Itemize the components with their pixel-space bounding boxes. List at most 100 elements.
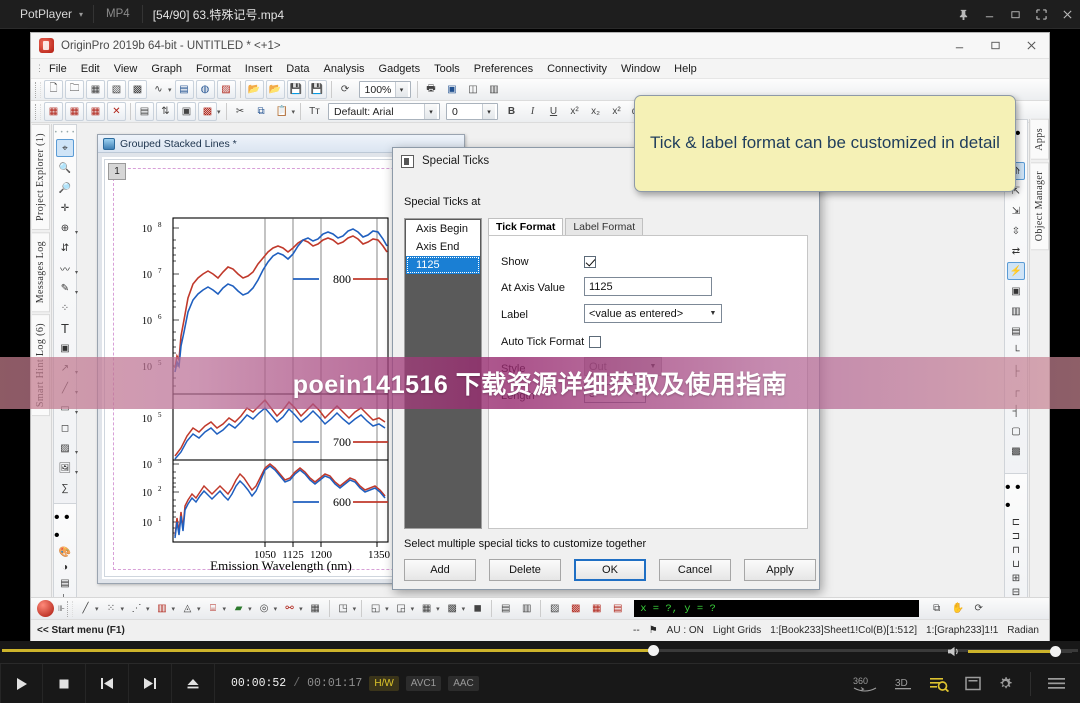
chevron-down-icon-paste[interactable]: ▾ (292, 108, 296, 116)
chevron-down-icon-column[interactable]: ▾ (172, 605, 176, 613)
chevron-down-icon-stat[interactable]: ▾ (299, 605, 303, 613)
show-checkbox[interactable] (584, 255, 596, 273)
template-library-icon[interactable]: ▤ (496, 599, 515, 618)
chevron-down-icon-matrix[interactable]: ▾ (436, 605, 440, 613)
zoom-graph-icon[interactable]: ⧉ (927, 599, 946, 618)
save-project-icon[interactable]: 💾 (286, 80, 306, 99)
seek-bar[interactable] (2, 645, 1078, 656)
align-right-icon[interactable]: ⊐ (1007, 530, 1025, 542)
tab-tick-format[interactable]: Tick Format (488, 218, 564, 235)
potplayer-brand[interactable]: PotPlayer ▾ (0, 7, 93, 21)
stop-button[interactable] (43, 663, 86, 703)
chevron-down-icon-img[interactable]: ▾ (75, 469, 78, 476)
screenshot-icon[interactable] (965, 676, 981, 691)
close-icon[interactable] (1054, 0, 1080, 29)
chevron-down-icon-label[interactable]: ▼ (705, 310, 721, 317)
plot-setup-icon[interactable]: ▥ (517, 599, 536, 618)
play-button[interactable] (0, 663, 43, 703)
style-palette-grip[interactable]: • • • (54, 509, 76, 545)
new-layer-bottom-x-icon[interactable]: ⇲ (1007, 202, 1025, 220)
scatter-tool-icon[interactable]: ⁘ (56, 299, 74, 317)
underline-button[interactable]: U (544, 102, 563, 121)
multi-axis-plot-icon[interactable]: ⌸ (204, 599, 223, 618)
add-button[interactable]: Add (404, 559, 476, 581)
print-icon[interactable]: 🖶 (422, 80, 441, 99)
new-layout-icon[interactable]: ▤ (174, 80, 194, 99)
line-plot-icon[interactable]: ╱ (76, 599, 95, 618)
chevron-down-icon-3dbar[interactable]: ▾ (385, 605, 389, 613)
volume-handle[interactable] (1050, 646, 1062, 657)
at-axis-value-field[interactable]: 1125 (584, 277, 712, 296)
label-combo-box[interactable]: <value as entered> ▼ (584, 304, 722, 323)
polar-plot-icon[interactable]: ◎ (255, 599, 274, 618)
menu-window[interactable]: Window (614, 61, 667, 77)
subscript-button[interactable]: x₂ (586, 102, 605, 121)
start-menu-area[interactable]: ⊪ (33, 600, 65, 617)
3d-bar-icon[interactable]: ◱ (366, 599, 385, 618)
refresh-icon[interactable]: ⟳ (336, 80, 355, 99)
fullscreen-icon[interactable] (1028, 0, 1054, 29)
menubar-grip[interactable]: ⋮ (35, 63, 44, 74)
fill-area-icon[interactable]: ◼ (468, 599, 487, 618)
chevron-down-icon-fn[interactable]: ▾ (168, 86, 172, 94)
zoom-in-tool-icon[interactable]: 🔍 (56, 159, 74, 177)
menu-connectivity[interactable]: Connectivity (540, 61, 614, 77)
supersubscript-button[interactable]: x² (607, 102, 626, 121)
menu-tools[interactable]: Tools (427, 61, 467, 77)
layer-1-button[interactable]: 1 (108, 163, 126, 180)
origin-minimize-button[interactable] (941, 33, 977, 59)
toolbar-grip-2[interactable] (35, 103, 41, 120)
new-layer-right-y-icon[interactable]: ⇳ (1007, 222, 1025, 240)
import-single-ascii-icon[interactable]: ▦ (44, 102, 63, 121)
minimize-icon[interactable] (976, 0, 1002, 29)
mask-points-icon[interactable]: ▨ (545, 599, 564, 618)
zoom-out-tool-icon[interactable]: 🔎 (56, 179, 74, 197)
chevron-down-icon-3dwall[interactable]: ▾ (411, 605, 415, 613)
new-matrix-icon[interactable]: ▩ (128, 80, 147, 99)
label-format-icon[interactable]: ▤ (56, 577, 74, 590)
new-graph-icon[interactable]: ▧ (107, 80, 126, 99)
scatter-plot-icon[interactable]: ⁙ (101, 599, 120, 618)
swap-mask-icon[interactable]: ▤ (608, 599, 627, 618)
label-combo[interactable]: <value as entered> ▼ (584, 304, 722, 323)
insert-image-icon[interactable]: 🖼 ▾ (56, 459, 78, 477)
exchange-axis-icon[interactable]: ⇄ (1007, 242, 1025, 260)
open-excel-icon[interactable]: 📂 (265, 80, 285, 99)
add-new-columns-icon[interactable]: ▤ (135, 102, 154, 121)
volume-slider[interactable] (968, 646, 1072, 657)
chevron-down-icon-fontsize[interactable]: ▾ (482, 104, 496, 119)
column-plot-icon[interactable]: ▥ (153, 599, 172, 618)
chevron-down-icon-font[interactable]: ▾ (424, 104, 438, 119)
color-gradient-icon[interactable]: ◑ (56, 561, 74, 574)
align-bottom-icon[interactable]: ⊔ (1007, 558, 1025, 570)
start-menu-label[interactable]: << Start menu (F1) (31, 625, 125, 636)
pin-icon[interactable] (950, 0, 976, 29)
new-folder-icon[interactable]: 🗀 (65, 80, 84, 99)
zoom-combo[interactable]: 100% ▾ (358, 81, 411, 98)
chevron-down-icon-rm[interactable]: ▾ (75, 289, 78, 296)
auto-tick-format-checkbox[interactable] (589, 335, 601, 353)
copy-icon[interactable]: ⧉ (252, 102, 271, 121)
merge-graph-icon[interactable]: ▣ (1007, 282, 1025, 300)
list-item-axis-end[interactable]: Axis End (406, 238, 480, 256)
regional-mask-tool-icon[interactable]: ✎ ▾ (56, 279, 78, 297)
print-preview-icon[interactable]: ▣ (443, 80, 462, 99)
chevron-down-icon-surface[interactable]: ▾ (353, 605, 357, 613)
new-workbook-icon[interactable]: ▦ (86, 80, 105, 99)
screen-reader-tool-icon[interactable]: ✛ (56, 199, 74, 217)
toolbar-grip-1[interactable] (35, 81, 41, 98)
origin-start-ball-icon[interactable] (37, 600, 54, 617)
layer-management-icon[interactable]: ▩ (1007, 442, 1025, 460)
color-palette-icon[interactable]: 🎨 (56, 546, 74, 559)
chevron-down-icon[interactable]: ▾ (79, 10, 83, 19)
axis-frame-icon[interactable]: ▢ (1007, 422, 1025, 440)
volume-icon[interactable] (947, 645, 962, 658)
palette-grip[interactable]: • • • • (55, 130, 75, 136)
list-item-1125[interactable]: 1125 (406, 256, 480, 274)
origin-close-button[interactable] (1013, 33, 1049, 59)
menu-gadgets[interactable]: Gadgets (372, 61, 428, 77)
region-tool-icon[interactable]: ◻ (56, 419, 74, 437)
superscript-button[interactable]: x² (565, 102, 584, 121)
chevron-down-icon-multiaxis[interactable]: ▾ (223, 605, 227, 613)
pointer-tool-icon[interactable]: ⌖ (56, 139, 74, 157)
